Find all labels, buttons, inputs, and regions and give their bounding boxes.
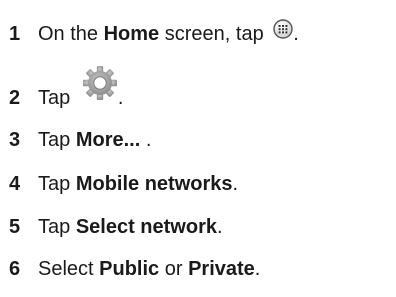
public-label: Public — [99, 258, 160, 280]
step-number: 6 — [9, 258, 21, 280]
step-6: 6 Select Public or Private . — [0, 254, 260, 284]
step-2: 2 Tap . — [0, 66, 124, 116]
step-number: 5 — [9, 216, 21, 238]
step-text-end: . — [232, 173, 239, 195]
step-number: 3 — [9, 129, 21, 151]
home-label: Home — [103, 23, 160, 45]
step-text: On the Home screen, tap . — [38, 19, 299, 49]
select-network-label: Select network — [75, 216, 217, 238]
step-text-middle: or — [159, 258, 189, 280]
apps-grid-icon — [273, 19, 293, 39]
step-number: 2 — [9, 87, 21, 109]
step-text-end: . — [293, 23, 299, 45]
step-3: 3 Tap More... . — [0, 125, 151, 155]
step-text-prefix: Tap — [38, 87, 76, 109]
private-label: Private — [188, 258, 255, 280]
step-text-prefix: Tap — [38, 216, 76, 238]
mobile-networks-label: Mobile networks — [75, 173, 233, 195]
instruction-steps: 1 On the Home screen, tap . 2 Tap . 3 Ta… — [0, 0, 396, 297]
step-text-end: . — [117, 87, 124, 109]
step-text-end: . — [254, 258, 261, 280]
step-text: Tap . — [38, 66, 124, 116]
step-number: 1 — [9, 23, 21, 45]
step-5: 5 Tap Select network . — [0, 212, 223, 242]
step-text: Tap More... . — [38, 125, 151, 155]
step-text: Tap Mobile networks . — [38, 169, 238, 199]
step-text-prefix: On the — [38, 23, 104, 45]
settings-gear-icon — [82, 65, 118, 101]
step-1: 1 On the Home screen, tap . — [0, 19, 299, 49]
more-label: More... — [75, 129, 141, 151]
step-number: 4 — [9, 173, 21, 195]
step-text-end: . — [216, 216, 223, 238]
step-text-end: . — [140, 129, 152, 151]
step-text-prefix: Tap — [38, 129, 76, 151]
step-text-middle: screen, tap — [159, 23, 270, 45]
step-4: 4 Tap Mobile networks . — [0, 169, 238, 199]
step-text-prefix: Tap — [38, 173, 76, 195]
step-text: Select Public or Private . — [38, 254, 260, 284]
step-text: Tap Select network . — [38, 212, 223, 242]
step-text-prefix: Select — [38, 258, 100, 280]
